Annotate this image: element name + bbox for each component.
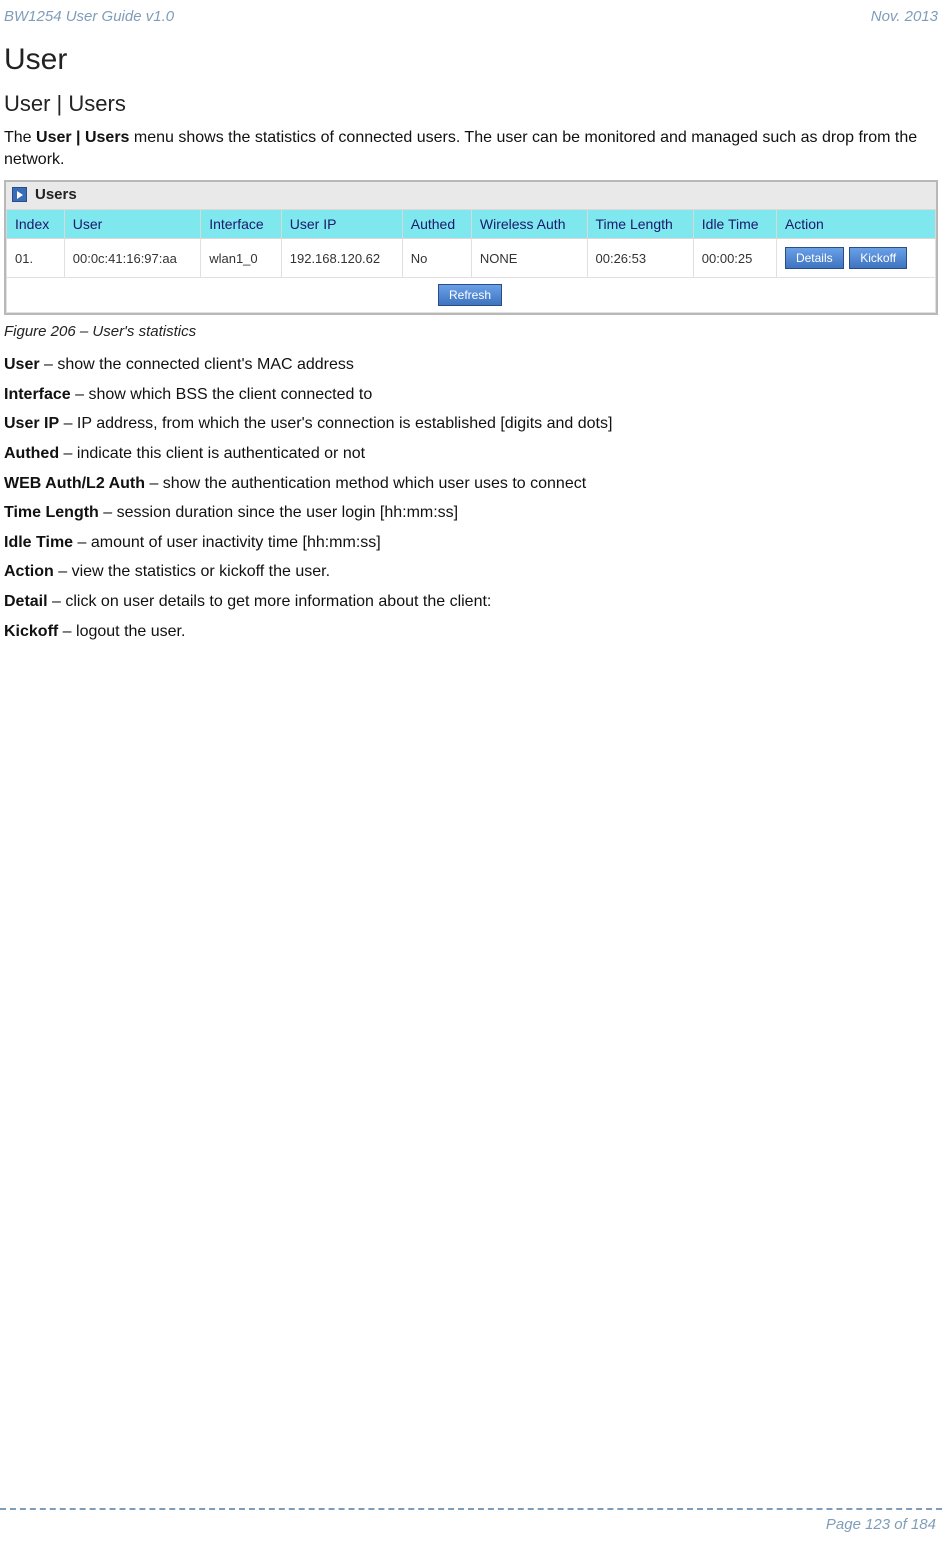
def-webauth: WEB Auth/L2 Auth – show the authenticati…	[4, 473, 938, 495]
def-desc: – show the authentication method which u…	[145, 475, 586, 492]
def-user-ip: User IP – IP address, from which the use…	[4, 413, 938, 435]
main-heading: User	[4, 43, 938, 77]
def-kickoff: Kickoff – logout the user.	[4, 621, 938, 643]
col-user-ip: User IP	[281, 210, 402, 239]
page-number: Page 123 of 184	[826, 1516, 936, 1533]
intro-bold: User | Users	[36, 129, 129, 146]
col-idle-time: Idle Time	[693, 210, 776, 239]
panel-title: Users	[35, 186, 77, 203]
kickoff-button[interactable]: Kickoff	[849, 247, 907, 269]
col-index: Index	[7, 210, 65, 239]
def-term: Kickoff	[4, 623, 58, 640]
def-term: Time Length	[4, 504, 99, 521]
cell-authed: No	[402, 239, 471, 278]
cell-user-ip: 192.168.120.62	[281, 239, 402, 278]
def-term: Detail	[4, 593, 48, 610]
cell-action: Details Kickoff	[776, 239, 935, 278]
def-desc: – show the connected client's MAC addres…	[40, 356, 354, 373]
figure-caption: Figure 206 – User's statistics	[4, 323, 938, 340]
section-heading: User | Users	[4, 91, 938, 117]
def-desc: – session duration since the user login …	[99, 504, 458, 521]
cell-user: 00:0c:41:16:97:aa	[64, 239, 200, 278]
cell-interface: wlan1_0	[201, 239, 282, 278]
def-interface: Interface – show which BSS the client co…	[4, 384, 938, 406]
content-area: User User | Users The User | Users menu …	[0, 43, 942, 642]
page-footer: Page 123 of 184	[0, 1508, 942, 1533]
col-action: Action	[776, 210, 935, 239]
def-term: User	[4, 356, 40, 373]
cell-index: 01.	[7, 239, 65, 278]
def-term: Action	[4, 563, 54, 580]
cell-idle-time: 00:00:25	[693, 239, 776, 278]
refresh-row: Refresh	[7, 278, 936, 313]
def-desc: – amount of user inactivity time [hh:mm:…	[73, 534, 381, 551]
col-time-length: Time Length	[587, 210, 693, 239]
intro-prefix: The	[4, 129, 36, 146]
header-left: BW1254 User Guide v1.0	[4, 8, 174, 25]
page-header: BW1254 User Guide v1.0 Nov. 2013	[0, 0, 942, 43]
col-user: User	[64, 210, 200, 239]
table-header-row: Index User Interface User IP Authed Wire…	[7, 210, 936, 239]
col-wireless-auth: Wireless Auth	[471, 210, 587, 239]
intro-paragraph: The User | Users menu shows the statisti…	[4, 127, 938, 170]
def-desc: – indicate this client is authenticated …	[59, 445, 365, 462]
cell-time-length: 00:26:53	[587, 239, 693, 278]
def-term: Interface	[4, 386, 71, 403]
panel-title-row: Users	[6, 182, 936, 209]
def-time-length: Time Length – session duration since the…	[4, 502, 938, 524]
cell-wireless-auth: NONE	[471, 239, 587, 278]
def-desc: – click on user details to get more info…	[48, 593, 492, 610]
def-desc: – show which BSS the client connected to	[71, 386, 373, 403]
def-term: Authed	[4, 445, 59, 462]
refresh-cell: Refresh	[7, 278, 936, 313]
def-action: Action – view the statistics or kickoff …	[4, 561, 938, 583]
def-term: Idle Time	[4, 534, 73, 551]
def-desc: – IP address, from which the user's conn…	[59, 415, 612, 432]
def-desc: – view the statistics or kickoff the use…	[54, 563, 330, 580]
def-term: User IP	[4, 415, 59, 432]
refresh-button[interactable]: Refresh	[438, 284, 502, 306]
arrow-right-icon	[12, 187, 27, 202]
def-idle-time: Idle Time – amount of user inactivity ti…	[4, 532, 938, 554]
def-user: User – show the connected client's MAC a…	[4, 354, 938, 376]
def-detail: Detail – click on user details to get mo…	[4, 591, 938, 613]
header-right: Nov. 2013	[871, 8, 938, 25]
table-row: 01. 00:0c:41:16:97:aa wlan1_0 192.168.12…	[7, 239, 936, 278]
def-desc: – logout the user.	[58, 623, 185, 640]
intro-suffix: menu shows the statistics of connected u…	[4, 129, 917, 168]
details-button[interactable]: Details	[785, 247, 844, 269]
users-table: Index User Interface User IP Authed Wire…	[6, 209, 936, 313]
def-authed: Authed – indicate this client is authent…	[4, 443, 938, 465]
col-authed: Authed	[402, 210, 471, 239]
col-interface: Interface	[201, 210, 282, 239]
def-term: WEB Auth/L2 Auth	[4, 475, 145, 492]
users-panel: Users Index User Interface User IP Authe…	[4, 180, 938, 315]
